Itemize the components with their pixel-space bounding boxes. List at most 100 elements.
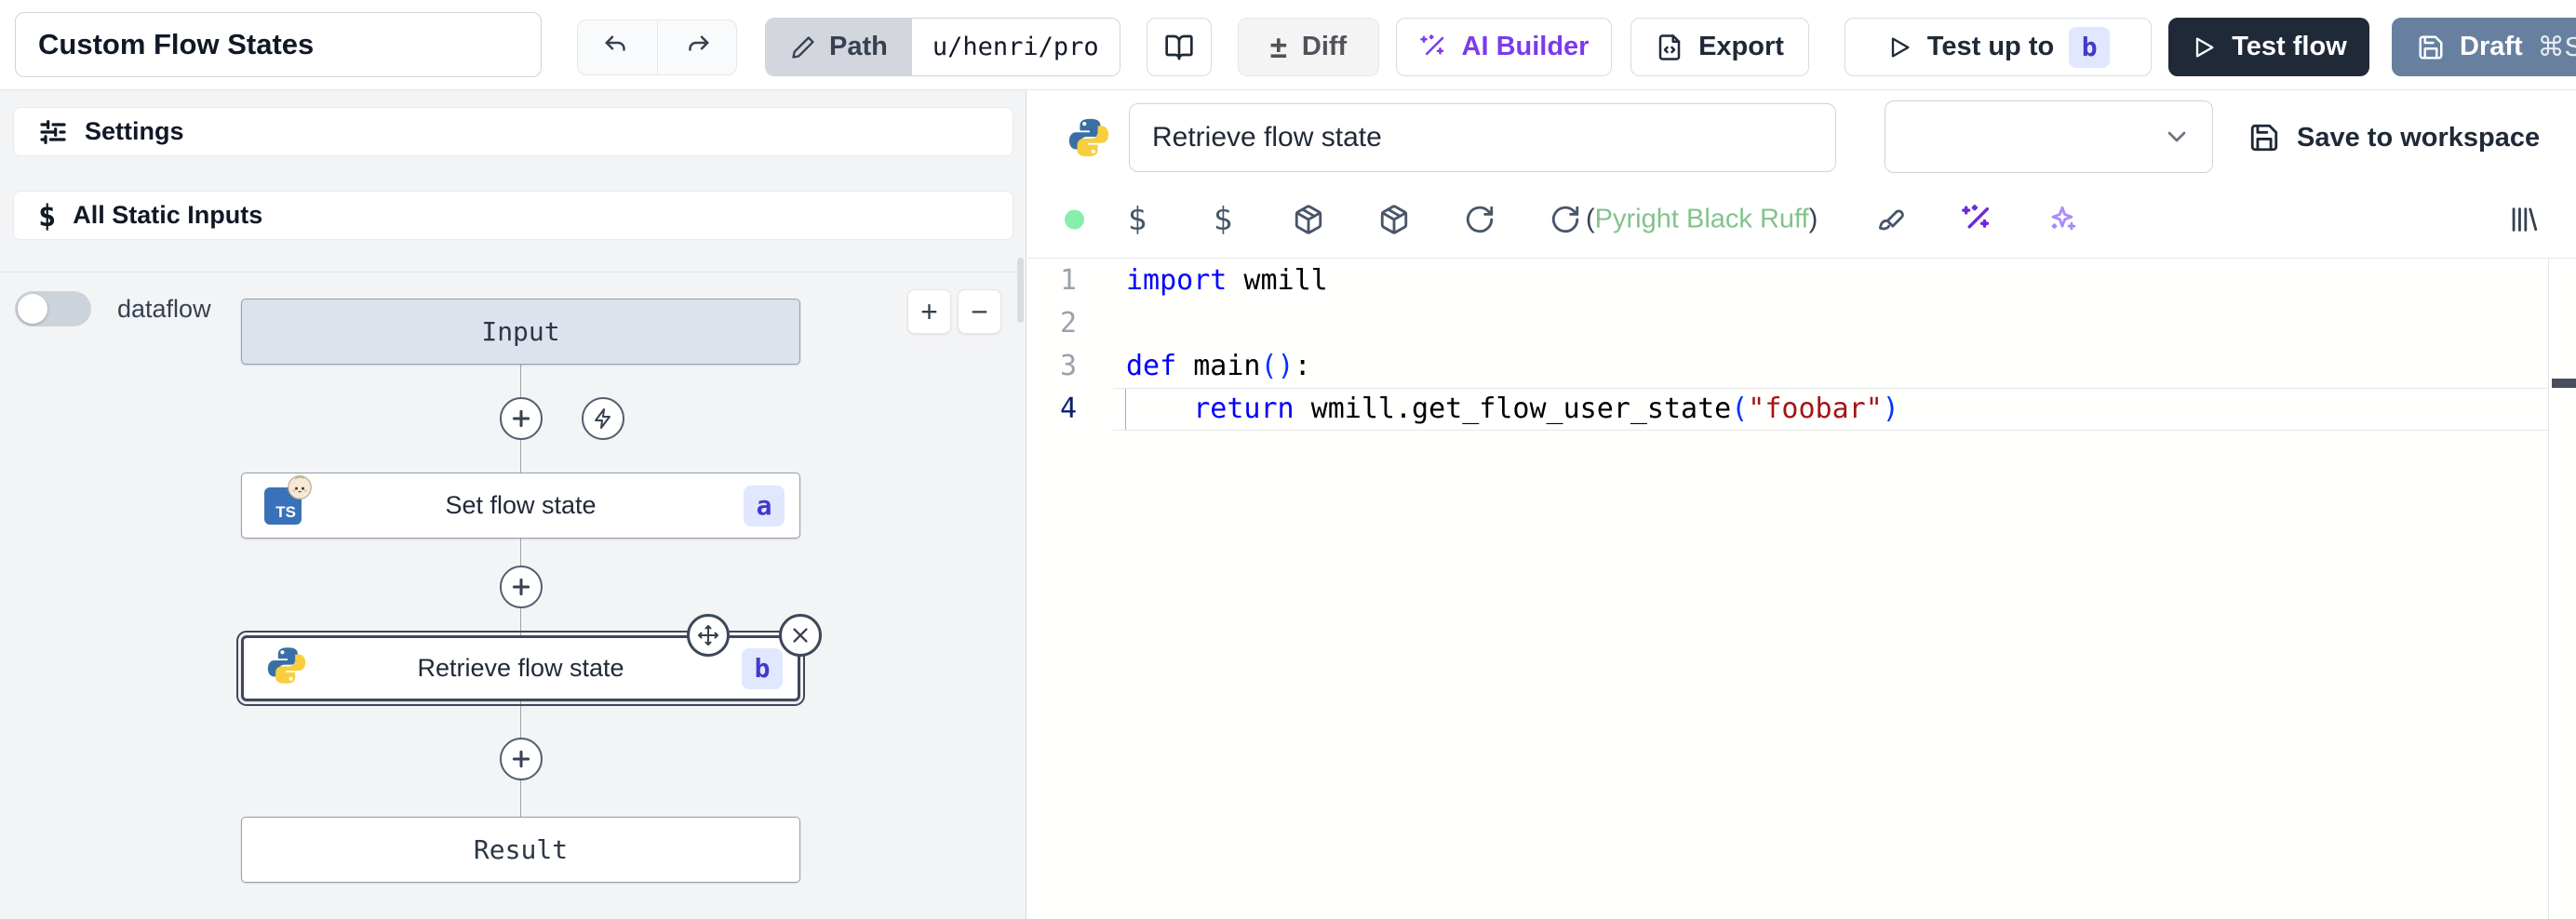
step-b-id-badge: b: [742, 648, 783, 689]
editor-gutter: 1234: [1027, 260, 1077, 431]
ai-builder-button[interactable]: AI Builder: [1396, 18, 1612, 76]
export-button[interactable]: Export: [1630, 18, 1809, 76]
python-icon: [1067, 116, 1110, 164]
paren: (: [1586, 205, 1595, 234]
package-icon[interactable]: [1293, 204, 1324, 235]
draft-label: Draft: [2460, 32, 2523, 62]
ai-sparkles-icon[interactable]: [2046, 204, 2078, 235]
flow-input-node[interactable]: Input: [241, 299, 800, 365]
step-editor-panel: Save to workspace $ $ (Pyright Black Ruf…: [1027, 90, 2576, 919]
flow-title-input[interactable]: [15, 12, 542, 77]
insert-step-button[interactable]: [500, 566, 543, 608]
library-icon[interactable]: [2507, 204, 2539, 235]
insert-step-button[interactable]: [500, 738, 543, 780]
draft-shortcut: ⌘S: [2538, 31, 2576, 63]
line-number: 4: [1027, 388, 1077, 431]
code-line[interactable]: return wmill.get_flow_user_state("foobar…: [1113, 388, 2548, 431]
test-up-to-label: Test up to: [1927, 32, 2054, 62]
insert-step-button[interactable]: [500, 397, 543, 440]
settings-button[interactable]: Settings: [13, 107, 1013, 156]
plus-minus-icon: ±: [1270, 30, 1287, 65]
dollar-icon: $: [38, 198, 56, 233]
plus-icon: [509, 406, 533, 431]
pencil-icon: [790, 34, 816, 60]
plus-glyph: +: [920, 295, 938, 329]
diff-label: Diff: [1302, 32, 1347, 62]
ai-builder-label: AI Builder: [1462, 32, 1590, 62]
workspace-script-select[interactable]: [1885, 100, 2213, 173]
flow-result-node[interactable]: Result: [241, 817, 800, 883]
code-assistants-status: (Pyright Black Ruff): [1586, 205, 1818, 235]
package-icon[interactable]: [1378, 204, 1410, 235]
path-button[interactable]: Path u/henri/pro: [765, 18, 1120, 76]
save-to-workspace-label: Save to workspace: [2297, 123, 2540, 153]
reload-icon[interactable]: [1550, 204, 1581, 235]
code-line[interactable]: [1113, 302, 2548, 345]
save-to-workspace-button[interactable]: Save to workspace: [2248, 111, 2540, 165]
chevron-down-icon: [2162, 122, 2192, 152]
editor-toolbar: $ $ (Pyright Black Ruff): [1027, 181, 2576, 259]
undo-icon: [603, 33, 631, 61]
path-label-segment: Path: [766, 19, 912, 75]
zoom-out-button[interactable]: −: [958, 289, 1001, 334]
file-code-icon: [1656, 33, 1684, 61]
add-trigger-button[interactable]: [582, 397, 624, 440]
delete-step-button[interactable]: [779, 614, 822, 657]
step-name-input[interactable]: [1129, 103, 1836, 172]
all-static-inputs-button[interactable]: $ All Static Inputs: [13, 191, 1013, 240]
test-flow-button[interactable]: Test flow: [2168, 18, 2369, 76]
diff-button[interactable]: ± Diff: [1238, 18, 1379, 76]
redo-icon: [683, 33, 711, 61]
format-brush-icon[interactable]: [1874, 204, 1906, 235]
graph-divider: [0, 272, 1026, 273]
arrows-move-icon: [697, 624, 719, 646]
panel-scrollbar[interactable]: [1017, 258, 1024, 323]
language-status-dot: [1065, 210, 1084, 230]
dataflow-label: dataflow: [117, 295, 211, 324]
redo-button[interactable]: [657, 20, 737, 74]
move-step-handle[interactable]: [687, 614, 730, 657]
settings-label: Settings: [85, 117, 184, 146]
line-number: 2: [1027, 302, 1077, 345]
save-icon: [2417, 33, 2445, 61]
flow-graph-panel: Settings $ All Static Inputs dataflow + …: [0, 90, 1026, 919]
code-lines[interactable]: import wmill def main(): return wmill.get…: [1113, 260, 2548, 431]
code-line[interactable]: def main():: [1113, 345, 2548, 388]
undo-button[interactable]: [578, 20, 657, 74]
sliders-icon: [38, 117, 68, 147]
step-a-id-badge: a: [744, 486, 785, 526]
plus-icon: [509, 747, 533, 771]
test-flow-label: Test flow: [2232, 32, 2347, 62]
plus-icon: [509, 575, 533, 599]
input-node-label: Input: [481, 316, 559, 347]
docs-button[interactable]: [1147, 18, 1212, 76]
assistants-label: Pyright Black Ruff: [1595, 205, 1809, 234]
book-open-icon: [1164, 33, 1194, 62]
typescript-bun-icon: TS: [264, 487, 302, 525]
test-up-to-button[interactable]: Test up to b: [1845, 18, 2152, 76]
wand-sparkles-icon: [1419, 33, 1447, 61]
minus-glyph: −: [971, 295, 988, 329]
result-node-label: Result: [474, 834, 568, 865]
play-icon: [1886, 34, 1912, 60]
save-icon: [2248, 122, 2280, 153]
reload-icon[interactable]: [1464, 204, 1496, 235]
export-label: Export: [1698, 32, 1784, 62]
paren: ): [1809, 205, 1818, 234]
dataflow-toggle[interactable]: [15, 291, 91, 326]
zoom-in-button[interactable]: +: [907, 289, 951, 334]
resource-dollar-icon[interactable]: $: [1214, 201, 1232, 238]
variable-dollar-icon[interactable]: $: [1128, 201, 1147, 238]
draft-save-button[interactable]: Draft ⌘S: [2392, 18, 2576, 76]
code-editor[interactable]: 1234 import wmill def main(): return wmil…: [1027, 259, 2576, 919]
minimap-divider: [2548, 259, 2549, 919]
path-label: Path: [829, 32, 888, 62]
code-line[interactable]: import wmill: [1113, 260, 2548, 302]
toggle-knob: [18, 294, 47, 324]
ai-wand-icon[interactable]: [1961, 204, 1992, 235]
bun-icon: [287, 474, 313, 500]
step-node-set-flow-state[interactable]: TS Set flow state a: [241, 473, 800, 539]
overview-ruler-cursor-mark: [2552, 379, 2576, 388]
undo-redo-group: [577, 20, 737, 75]
play-icon: [2191, 34, 2217, 60]
